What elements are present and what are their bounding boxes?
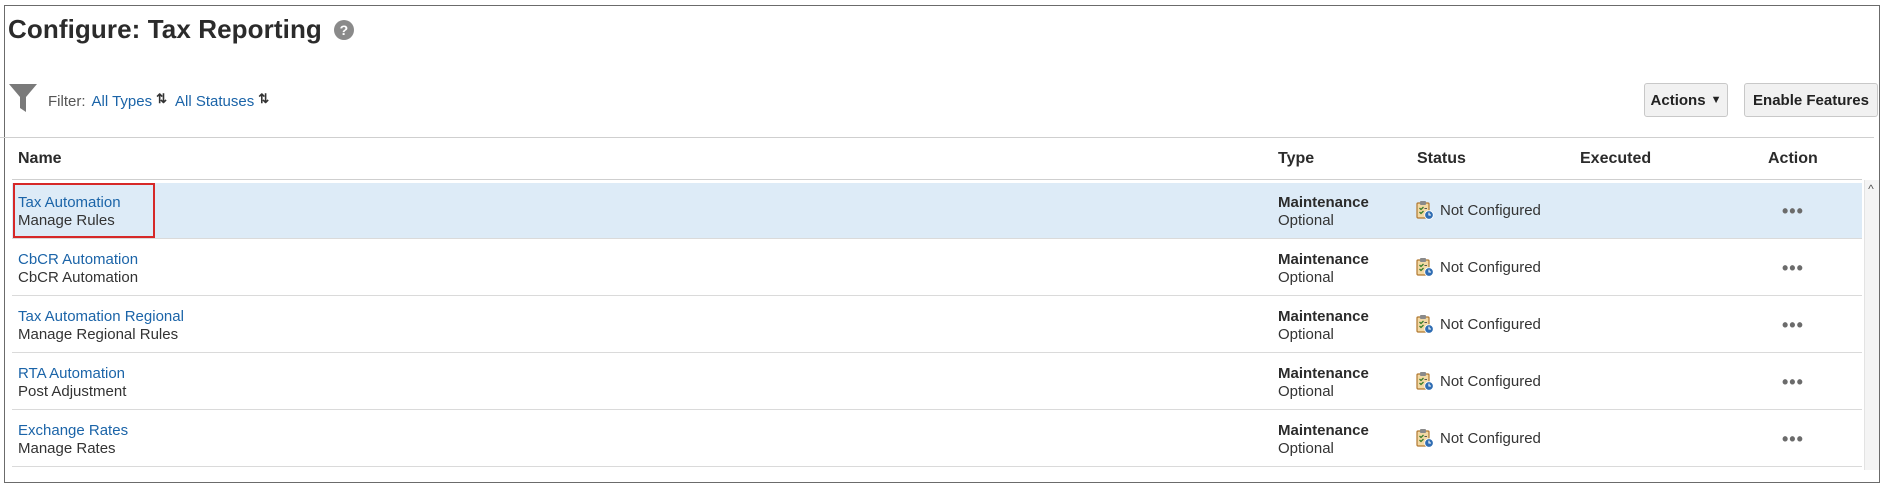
- row-type-subtitle: Optional: [1278, 440, 1334, 457]
- help-icon[interactable]: ?: [333, 19, 354, 40]
- filter-bar: Filter: All Types ⇅ All Statuses ⇅: [8, 82, 277, 114]
- row-type-subtitle: Optional: [1278, 212, 1334, 229]
- scroll-up-icon[interactable]: ^: [1864, 182, 1878, 196]
- header-divider: [12, 179, 1862, 180]
- column-header-action[interactable]: Action: [1768, 150, 1818, 168]
- row-name-subtitle: CbCR Automation: [18, 269, 139, 286]
- row-type-subtitle: Optional: [1278, 383, 1334, 400]
- row-type-subtitle: Optional: [1278, 269, 1334, 286]
- actions-button[interactable]: Actions ▼: [1644, 83, 1728, 117]
- funnel-icon[interactable]: [8, 82, 38, 114]
- row-name-subtitle: Manage Rates: [18, 440, 116, 457]
- row-status-text: Not Configured: [1440, 201, 1541, 219]
- row-name-link[interactable]: Tax Automation: [18, 194, 121, 211]
- filter-statuses-link[interactable]: All Statuses: [175, 93, 254, 110]
- clipboard-clock-icon: [1416, 315, 1434, 334]
- actions-button-label: Actions: [1650, 91, 1706, 109]
- swap-icon[interactable]: ⇅: [258, 91, 269, 107]
- table-row[interactable]: CbCR Automation CbCR Automation Maintena…: [12, 240, 1862, 296]
- vertical-scrollbar[interactable]: [1864, 180, 1879, 470]
- row-status: Not Configured: [1416, 371, 1541, 391]
- enable-features-button[interactable]: Enable Features: [1744, 83, 1878, 117]
- row-status-text: Not Configured: [1440, 315, 1541, 333]
- filter-label: Filter:: [48, 92, 86, 110]
- table-row[interactable]: Tax Automation Manage Rules Maintenance …: [12, 183, 1862, 239]
- row-status-text: Not Configured: [1440, 429, 1541, 447]
- table-row[interactable]: RTA Automation Post Adjustment Maintenan…: [12, 354, 1862, 410]
- more-horizontal-icon[interactable]: •••: [1782, 429, 1804, 450]
- more-horizontal-icon[interactable]: •••: [1782, 258, 1804, 279]
- table-row[interactable]: Tax Automation Regional Manage Regional …: [12, 297, 1862, 353]
- row-type-subtitle: Optional: [1278, 326, 1334, 343]
- row-type: Maintenance: [1278, 365, 1369, 382]
- row-type: Maintenance: [1278, 251, 1369, 268]
- row-status: Not Configured: [1416, 314, 1541, 334]
- row-status: Not Configured: [1416, 200, 1541, 220]
- row-name-link[interactable]: Exchange Rates: [18, 422, 128, 439]
- filter-types-link[interactable]: All Types: [92, 93, 153, 110]
- row-status: Not Configured: [1416, 428, 1541, 448]
- clipboard-clock-icon: [1416, 201, 1434, 220]
- title-row: Configure: Tax Reporting ?: [8, 14, 354, 45]
- page-title: Configure: Tax Reporting: [8, 14, 322, 44]
- table-top-divider: [0, 137, 1874, 138]
- column-header-executed[interactable]: Executed: [1580, 150, 1651, 168]
- column-header-status[interactable]: Status: [1417, 150, 1466, 168]
- row-name-subtitle: Manage Rules: [18, 212, 115, 229]
- caret-down-icon: ▼: [1710, 94, 1722, 106]
- clipboard-clock-icon: [1416, 258, 1434, 277]
- swap-icon[interactable]: ⇅: [156, 91, 167, 107]
- row-name-subtitle: Post Adjustment: [18, 383, 127, 400]
- column-header-type[interactable]: Type: [1278, 150, 1314, 168]
- row-name-subtitle: Manage Regional Rules: [18, 326, 179, 343]
- more-horizontal-icon[interactable]: •••: [1782, 201, 1804, 222]
- row-name-link[interactable]: CbCR Automation: [18, 251, 138, 268]
- more-horizontal-icon[interactable]: •••: [1782, 372, 1804, 393]
- row-status-text: Not Configured: [1440, 258, 1541, 276]
- table-row[interactable]: Exchange Rates Manage Rates Maintenance …: [12, 411, 1862, 467]
- row-type: Maintenance: [1278, 194, 1369, 211]
- column-header-name[interactable]: Name: [18, 150, 62, 168]
- row-type: Maintenance: [1278, 308, 1369, 325]
- row-status: Not Configured: [1416, 257, 1541, 277]
- row-type: Maintenance: [1278, 422, 1369, 439]
- more-horizontal-icon[interactable]: •••: [1782, 315, 1804, 336]
- row-name-link[interactable]: Tax Automation Regional: [18, 308, 184, 325]
- row-status-text: Not Configured: [1440, 372, 1541, 390]
- clipboard-clock-icon: [1416, 429, 1434, 448]
- row-name-link[interactable]: RTA Automation: [18, 365, 125, 382]
- clipboard-clock-icon: [1416, 372, 1434, 391]
